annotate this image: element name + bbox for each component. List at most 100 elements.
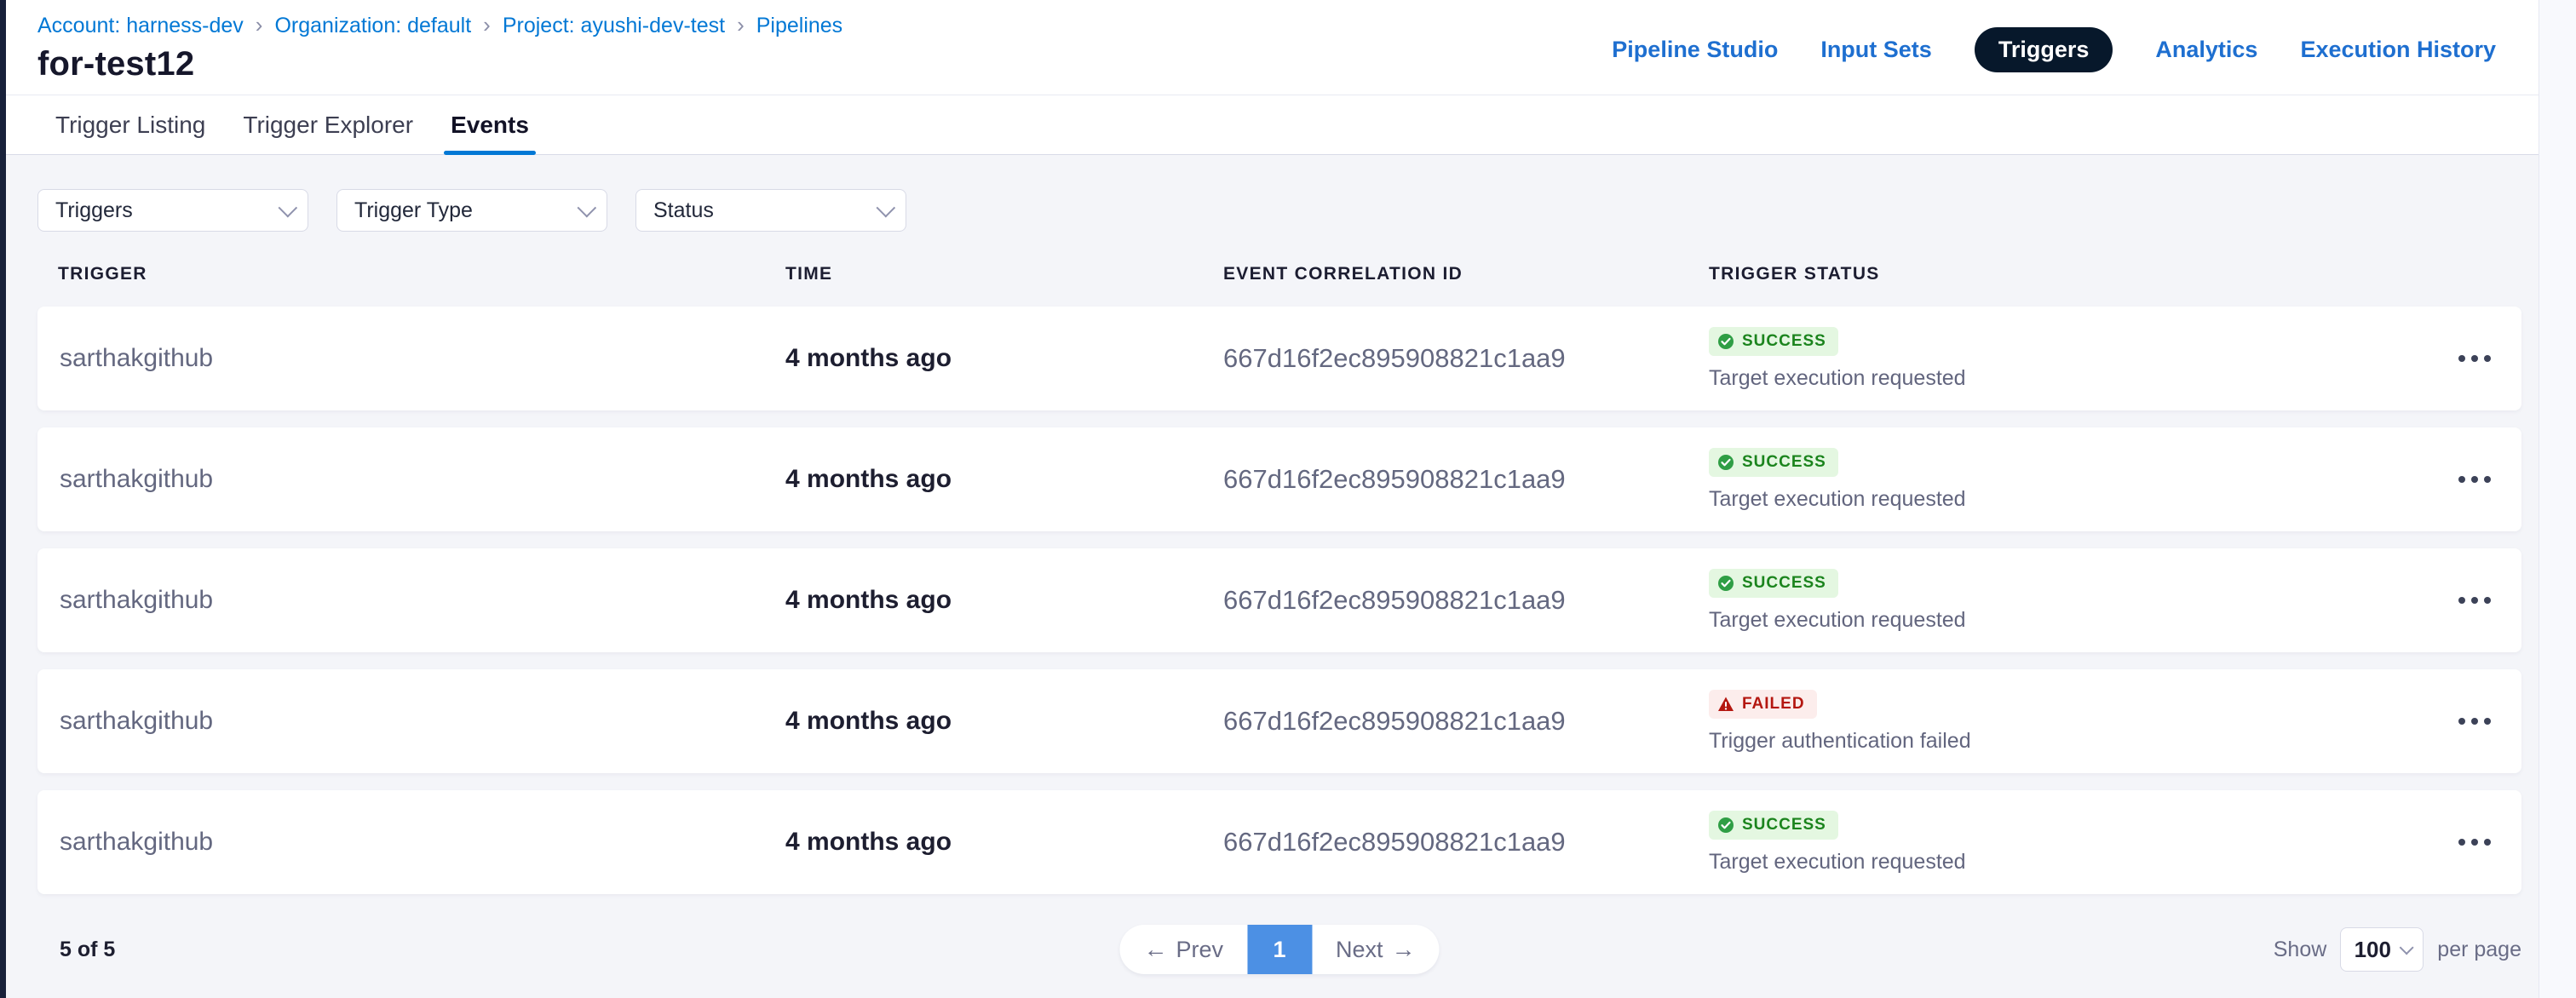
event-correlation-id: 667d16f2ec895908821c1aa9 [1223,706,1709,737]
chevron-down-icon [2400,940,2414,955]
pagination-bar: 5 of 5 ← Prev 1 Next → Show 100 per pa [37,923,2521,976]
page-size-value: 100 [2355,937,2391,963]
page-size-select[interactable]: 100 [2340,927,2424,972]
status-detail: Target execution requested [1709,366,1966,391]
filters-row: Triggers Trigger Type Status [37,189,2521,232]
triggers-filter-label: Triggers [55,198,133,223]
triggers-tabbar: Trigger Listing Trigger Explorer Events [6,95,2539,155]
status-badge: SUCCESS [1709,327,1838,356]
nav-analytics[interactable]: Analytics [2155,37,2257,63]
breadcrumb-separator-icon: › [737,14,745,36]
nav-input-sets[interactable]: Input Sets [1820,37,1932,63]
collapsed-left-nav-strip[interactable] [0,0,6,998]
trigger-status-cell: FAILED Trigger authentication failed [1709,690,2428,754]
pipeline-top-nav: Pipeline Studio Input Sets Triggers Anal… [1612,27,2496,72]
triggers-filter-dropdown[interactable]: Triggers [37,189,308,232]
dot-icon [2484,355,2491,362]
tab-trigger-explorer[interactable]: Trigger Explorer [241,95,415,154]
row-options-menu-button[interactable] [2447,585,2503,616]
chevron-down-icon [279,198,298,218]
main-area: Account: harness-dev › Organization: def… [6,0,2539,998]
dot-icon [2484,839,2491,846]
trigger-type-filter-dropdown[interactable]: Trigger Type [336,189,607,232]
table-row: sarthakgithub 4 months ago 667d16f2ec895… [37,548,2521,652]
status-detail: Target execution requested [1709,850,1966,875]
column-header-event-correlation-id: Event Correlation ID [1223,264,1709,284]
trigger-status-cell: SUCCESS Target execution requested [1709,811,2428,875]
prev-page-button[interactable]: ← Prev [1119,925,1247,974]
trigger-name: sarthakgithub [37,828,785,857]
status-badge-label: FAILED [1742,695,1805,714]
trigger-name: sarthakgithub [37,707,785,736]
table-row: sarthakgithub 4 months ago 667d16f2ec895… [37,427,2521,531]
trigger-status-cell: SUCCESS Target execution requested [1709,448,2428,512]
status-detail: Trigger authentication failed [1709,729,1971,754]
event-time: 4 months ago [785,344,1223,373]
nav-pipeline-studio[interactable]: Pipeline Studio [1612,37,1778,63]
nav-triggers[interactable]: Triggers [1975,27,2113,72]
breadcrumb-project-link[interactable]: Project: ayushi-dev-test [503,14,725,38]
trigger-name: sarthakgithub [37,465,785,494]
column-header-time: Time [785,264,1223,284]
events-content: Triggers Trigger Type Status Trigger Tim… [6,155,2539,998]
pager: ← Prev 1 Next → [1119,925,1439,974]
status-badge-label: SUCCESS [1742,816,1826,835]
check-circle-icon [1717,333,1734,350]
events-list: sarthakgithub 4 months ago 667d16f2ec895… [37,307,2521,894]
nav-execution-history[interactable]: Execution History [2300,37,2496,63]
breadcrumb-separator-icon: › [256,14,263,36]
trigger-status-cell: SUCCESS Target execution requested [1709,569,2428,633]
event-time: 4 months ago [785,828,1223,857]
row-options-menu-button[interactable] [2447,827,2503,857]
status-badge: FAILED [1709,690,1817,719]
right-edge-panel-strip [2539,0,2576,998]
event-correlation-id: 667d16f2ec895908821c1aa9 [1223,464,1709,495]
status-badge: SUCCESS [1709,569,1838,598]
trigger-type-filter-label: Trigger Type [354,198,473,223]
dot-icon [2484,476,2491,483]
row-options-menu-button[interactable] [2447,343,2503,374]
result-count: 5 of 5 [37,938,115,962]
next-page-button[interactable]: Next → [1312,925,1440,974]
table-row: sarthakgithub 4 months ago 667d16f2ec895… [37,790,2521,894]
event-correlation-id: 667d16f2ec895908821c1aa9 [1223,343,1709,374]
status-detail: Target execution requested [1709,608,1966,633]
prev-page-label: Prev [1176,937,1223,963]
breadcrumb-account-link[interactable]: Account: harness-dev [37,14,244,38]
tab-trigger-listing[interactable]: Trigger Listing [54,95,207,154]
next-page-label: Next [1336,937,1383,963]
status-filter-dropdown[interactable]: Status [635,189,906,232]
status-detail: Target execution requested [1709,487,1966,512]
dot-icon [2458,597,2465,604]
event-correlation-id: 667d16f2ec895908821c1aa9 [1223,827,1709,857]
row-options-menu-button[interactable] [2447,464,2503,495]
breadcrumb-organization-link[interactable]: Organization: default [274,14,471,38]
event-time: 4 months ago [785,707,1223,736]
page-size-control: Show 100 per page [2274,927,2521,972]
dot-icon [2458,718,2465,725]
status-badge: SUCCESS [1709,448,1838,477]
page-number-1[interactable]: 1 [1247,925,1312,974]
dot-icon [2458,355,2465,362]
table-header: Trigger Time Event Correlation ID Trigge… [37,264,2521,284]
dot-icon [2471,597,2478,604]
trigger-name: sarthakgithub [37,344,785,373]
dot-icon [2484,597,2491,604]
breadcrumb-separator-icon: › [483,14,491,36]
breadcrumb-pipelines-link[interactable]: Pipelines [756,14,842,38]
status-badge-label: SUCCESS [1742,332,1826,351]
arrow-right-icon: → [1392,938,1416,961]
tab-events[interactable]: Events [449,95,531,154]
table-row: sarthakgithub 4 months ago 667d16f2ec895… [37,307,2521,410]
row-options-menu-button[interactable] [2447,706,2503,737]
check-circle-icon [1717,454,1734,471]
table-row: sarthakgithub 4 months ago 667d16f2ec895… [37,669,2521,773]
page-header: Account: harness-dev › Organization: def… [6,0,2539,95]
dot-icon [2458,839,2465,846]
dot-icon [2458,476,2465,483]
status-badge-label: SUCCESS [1742,574,1826,593]
chevron-down-icon [578,198,597,218]
column-header-trigger-status: Trigger Status [1709,264,2428,284]
column-header-trigger: Trigger [37,264,785,284]
status-badge-label: SUCCESS [1742,453,1826,472]
